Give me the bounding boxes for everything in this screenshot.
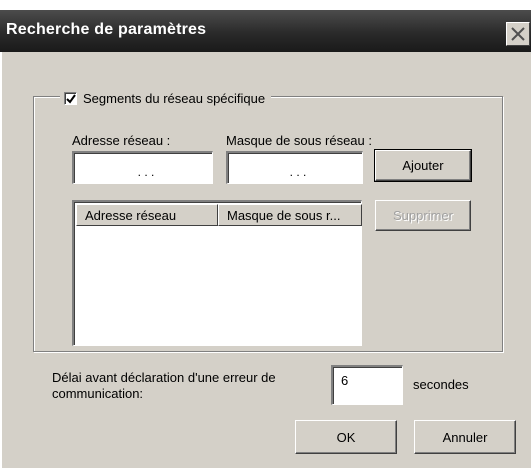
- checkmark-icon: [66, 93, 76, 104]
- window-border: [0, 52, 2, 468]
- remove-button[interactable]: Supprimer: [375, 200, 471, 231]
- ok-button[interactable]: OK: [295, 420, 397, 454]
- network-address-input[interactable]: . . .: [72, 151, 213, 184]
- title-bar[interactable]: Recherche de paramètres: [0, 10, 531, 52]
- window-title: Recherche de paramètres: [6, 21, 207, 38]
- subnet-mask-input[interactable]: . . .: [226, 151, 363, 184]
- list-header: Adresse réseau Masque de sous r...: [76, 204, 362, 226]
- address-ip-dots: . . .: [74, 165, 212, 179]
- close-button[interactable]: [506, 22, 530, 46]
- mask-ip-value: . . .: [289, 165, 307, 179]
- address-ip-value: . . .: [137, 165, 155, 179]
- dialog-window: Recherche de paramètres Segments du rése…: [0, 10, 531, 468]
- timeout-input[interactable]: 6: [331, 365, 403, 405]
- column-header-mask[interactable]: Masque de sous r...: [218, 204, 362, 226]
- subnet-mask-label: Masque de sous réseau :: [226, 133, 372, 148]
- specific-segments-checkbox[interactable]: [64, 91, 77, 105]
- add-button[interactable]: Ajouter: [374, 149, 472, 182]
- close-icon: [511, 27, 525, 41]
- specific-segments-label[interactable]: Segments du réseau spécifique: [83, 91, 265, 106]
- mask-ip-dots: . . .: [228, 165, 362, 179]
- group-legend: Segments du réseau spécifique: [60, 89, 272, 107]
- timeout-value: 6: [341, 373, 349, 388]
- cancel-button[interactable]: Annuler: [414, 420, 516, 454]
- timeout-label: Délai avant déclaration d'une erreur de …: [52, 370, 276, 401]
- timeout-unit: secondes: [413, 377, 469, 392]
- column-header-address[interactable]: Adresse réseau: [76, 204, 218, 226]
- segments-list[interactable]: Adresse réseau Masque de sous r...: [72, 200, 362, 346]
- network-address-label: Adresse réseau :: [72, 133, 171, 148]
